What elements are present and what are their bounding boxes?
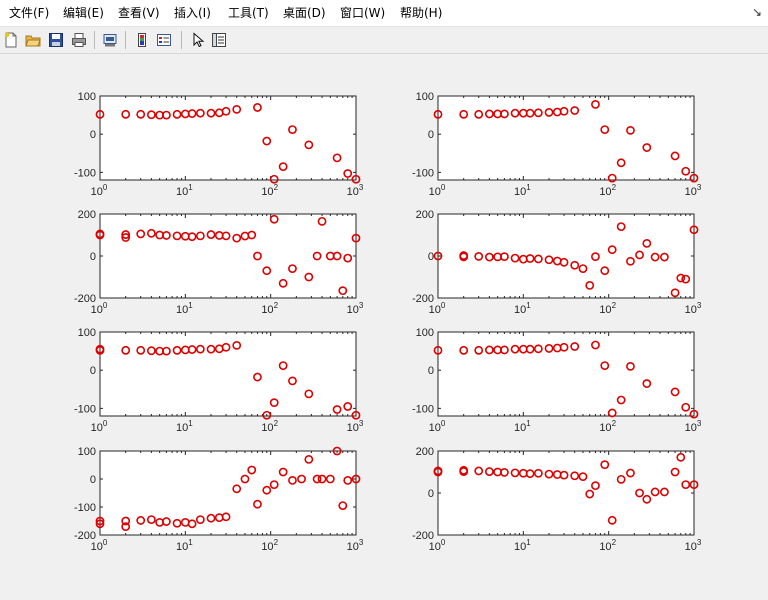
figure-canvas[interactable]: 100 0 -100 100 101 102 103 100 0 -100 100 101 102 103… — [0, 54, 768, 595]
menu-insert[interactable]: 插入(I) — [172, 5, 213, 21]
x-tick-label: 102 — [599, 301, 616, 316]
y-tick-label: 0 — [428, 488, 434, 500]
y-tick-label: -100 — [74, 167, 96, 179]
print-preview-icon[interactable] — [100, 30, 120, 50]
y-tick-label: -100 — [412, 403, 434, 415]
y-tick-label: -100 — [74, 403, 96, 415]
y-tick-label: -100 — [74, 502, 96, 514]
subplot-6: 100 0 -100 100 101 102 103 — [412, 327, 702, 434]
y-tick-label: 0 — [90, 251, 96, 263]
x-tick-label: 101 — [514, 183, 531, 198]
y-tick-label: 0 — [90, 474, 96, 486]
subplot-4: 2000-200100 101 102 103 — [412, 209, 702, 316]
x-tick-label: 100 — [429, 419, 446, 434]
x-tick-label: 101 — [176, 419, 193, 434]
x-tick-label: 100 — [91, 183, 108, 198]
menu-edit[interactable]: 编辑(E) — [61, 5, 106, 21]
toolbar — [0, 27, 768, 54]
axes-box — [437, 213, 695, 299]
pointer-icon[interactable] — [188, 30, 208, 50]
axes-box — [437, 450, 695, 536]
x-tick-label: 101 — [514, 419, 531, 434]
x-tick-label: 100 — [91, 419, 108, 434]
y-tick-label: -100 — [412, 167, 434, 179]
save-icon[interactable] — [46, 30, 66, 50]
y-tick-label: 200 — [416, 209, 434, 221]
x-tick-label: 100 — [91, 301, 108, 316]
x-tick-label: 103 — [685, 183, 702, 198]
x-tick-label: 102 — [599, 183, 616, 198]
x-tick-label: 100 — [429, 183, 446, 198]
subplot-2: 100 0 -100 100 101 102 103 — [412, 91, 702, 198]
y-tick-label: 100 — [78, 446, 96, 458]
legend-icon[interactable] — [154, 30, 174, 50]
menu-desktop[interactable]: 桌面(D) — [281, 5, 328, 21]
x-tick-label: 101 — [176, 301, 193, 316]
subplot-7: 1000-100-200100 101 102 103 — [74, 446, 364, 553]
subplot-3: 2000-200100 101 102 103 — [74, 209, 364, 316]
x-tick-label: 102 — [261, 538, 278, 553]
open-folder-icon[interactable] — [23, 30, 43, 50]
x-tick-label: 103 — [347, 301, 364, 316]
x-tick-label: 100 — [429, 538, 446, 553]
x-tick-label: 102 — [599, 419, 616, 434]
print-icon[interactable] — [69, 30, 89, 50]
x-tick-label: 103 — [347, 538, 364, 553]
property-editor-icon[interactable] — [209, 30, 229, 50]
y-tick-label: 0 — [90, 129, 96, 141]
x-tick-label: 102 — [261, 183, 278, 198]
y-tick-label: 200 — [416, 446, 434, 458]
dock-arrow-icon[interactable]: ↘ — [752, 5, 762, 19]
x-tick-label: 101 — [176, 538, 193, 553]
axes-box — [99, 213, 357, 299]
menu-bar: 文件(F) 编辑(E) 查看(V) 插入(I) 工具(T) 桌面(D) 窗口(W… — [0, 0, 768, 27]
menu-view[interactable]: 查看(V) — [116, 5, 162, 21]
menu-tools[interactable]: 工具(T) — [226, 5, 271, 21]
x-tick-label: 103 — [685, 301, 702, 316]
colorbar-icon[interactable] — [132, 30, 152, 50]
x-tick-label: 103 — [347, 419, 364, 434]
menu-window[interactable]: 窗口(W) — [338, 5, 387, 21]
x-tick-label: 102 — [261, 301, 278, 316]
x-tick-label: 102 — [599, 538, 616, 553]
subplot-8: 2000-200100 101 102 103 — [412, 446, 702, 553]
menu-help[interactable]: 帮助(H) — [398, 5, 444, 21]
toolbar-separator — [94, 31, 95, 49]
y-tick-label: 0 — [428, 251, 434, 263]
menu-file[interactable]: 文件(F) — [7, 5, 51, 21]
toolbar-separator — [125, 31, 126, 49]
subplot-5: 100 0 -100 100 101 102 103 — [74, 327, 364, 434]
toolbar-separator — [181, 31, 182, 49]
x-tick-label: 100 — [429, 301, 446, 316]
new-file-icon[interactable] — [1, 30, 21, 50]
y-tick-label: 100 — [416, 327, 434, 339]
figure-svg: 100 0 -100 100 101 102 103 100 0 -100 100 101 102 103… — [74, 91, 702, 553]
x-tick-label: 102 — [261, 419, 278, 434]
x-tick-label: 101 — [514, 538, 531, 553]
x-tick-label: 101 — [514, 301, 531, 316]
subplot-1: 100 0 -100 100 101 102 103 — [74, 91, 364, 198]
y-tick-label: 100 — [78, 91, 96, 103]
x-tick-label: 103 — [685, 538, 702, 553]
y-tick-label: 0 — [428, 129, 434, 141]
y-tick-label: 100 — [416, 91, 434, 103]
x-tick-label: 103 — [685, 419, 702, 434]
y-tick-label: 0 — [428, 365, 434, 377]
x-tick-label: 100 — [91, 538, 108, 553]
y-tick-label: 0 — [90, 365, 96, 377]
x-tick-label: 103 — [347, 183, 364, 198]
y-tick-label: 200 — [78, 209, 96, 221]
y-tick-label: 100 — [78, 327, 96, 339]
x-tick-label: 101 — [176, 183, 193, 198]
